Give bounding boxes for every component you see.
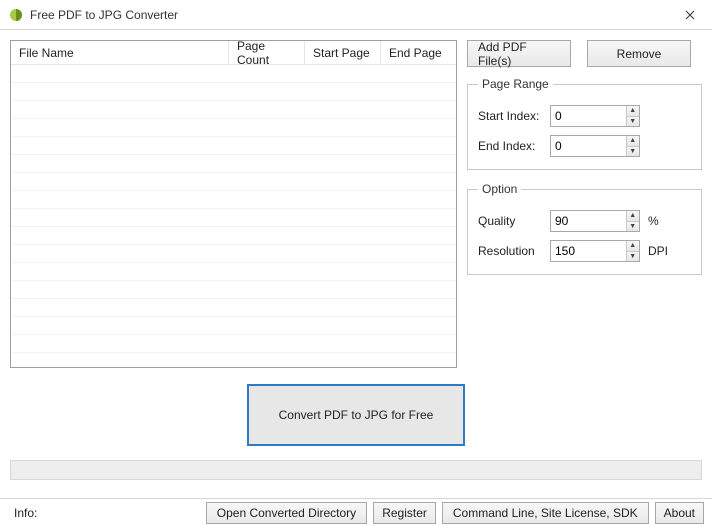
quality-spinner[interactable]: ▲ ▼	[550, 210, 640, 232]
col-page-count[interactable]: Page Count	[229, 41, 305, 64]
table-row	[11, 191, 456, 209]
table-row	[11, 227, 456, 245]
resolution-label: Resolution	[478, 244, 550, 258]
cmdline-button[interactable]: Command Line, Site License, SDK	[442, 502, 649, 524]
table-row	[11, 209, 456, 227]
file-table[interactable]: File Name Page Count Start Page End Page	[10, 40, 457, 368]
close-button[interactable]	[667, 0, 712, 30]
page-range-group: Page Range Start Index: ▲ ▼ End Index: ▲	[467, 77, 702, 170]
info-label: Info:	[8, 506, 37, 520]
titlebar: Free PDF to JPG Converter	[0, 0, 712, 30]
table-row	[11, 317, 456, 335]
table-row	[11, 65, 456, 83]
spin-up-icon[interactable]: ▲	[627, 136, 639, 147]
spin-down-icon[interactable]: ▼	[627, 117, 639, 127]
end-index-label: End Index:	[478, 139, 550, 153]
end-index-input[interactable]	[551, 136, 626, 156]
table-row	[11, 245, 456, 263]
add-pdf-button[interactable]: Add PDF File(s)	[467, 40, 571, 67]
spin-down-icon[interactable]: ▼	[627, 252, 639, 262]
table-row	[11, 173, 456, 191]
table-body	[11, 65, 456, 353]
resolution-input[interactable]	[551, 241, 626, 261]
spin-down-icon[interactable]: ▼	[627, 147, 639, 157]
table-row	[11, 335, 456, 353]
footer: Info: Open Converted Directory Register …	[0, 498, 712, 526]
status-bar	[10, 460, 702, 480]
quality-input[interactable]	[551, 211, 626, 231]
quality-unit: %	[648, 214, 659, 228]
spin-down-icon[interactable]: ▼	[627, 222, 639, 232]
start-index-label: Start Index:	[478, 109, 550, 123]
close-icon	[685, 10, 695, 20]
app-icon	[8, 7, 24, 23]
quality-label: Quality	[478, 214, 550, 228]
remove-button[interactable]: Remove	[587, 40, 691, 67]
table-row	[11, 281, 456, 299]
table-row	[11, 299, 456, 317]
spin-up-icon[interactable]: ▲	[627, 241, 639, 252]
start-index-input[interactable]	[551, 106, 626, 126]
register-button[interactable]: Register	[373, 502, 436, 524]
resolution-spinner[interactable]: ▲ ▼	[550, 240, 640, 262]
window-title: Free PDF to JPG Converter	[30, 8, 178, 22]
table-row	[11, 83, 456, 101]
col-start-page[interactable]: Start Page	[305, 41, 381, 64]
convert-button[interactable]: Convert PDF to JPG for Free	[247, 384, 465, 446]
spin-up-icon[interactable]: ▲	[627, 106, 639, 117]
table-row	[11, 137, 456, 155]
option-group: Option Quality ▲ ▼ % Resolution ▲	[467, 182, 702, 275]
resolution-unit: DPI	[648, 244, 668, 258]
col-end-page[interactable]: End Page	[381, 41, 456, 64]
table-row	[11, 101, 456, 119]
about-button[interactable]: About	[655, 502, 704, 524]
page-range-legend: Page Range	[478, 77, 553, 91]
end-index-spinner[interactable]: ▲ ▼	[550, 135, 640, 157]
option-legend: Option	[478, 182, 521, 196]
table-header: File Name Page Count Start Page End Page	[11, 41, 456, 65]
table-row	[11, 119, 456, 137]
start-index-spinner[interactable]: ▲ ▼	[550, 105, 640, 127]
table-row	[11, 263, 456, 281]
spin-up-icon[interactable]: ▲	[627, 211, 639, 222]
open-directory-button[interactable]: Open Converted Directory	[206, 502, 367, 524]
col-file-name[interactable]: File Name	[11, 41, 229, 64]
table-row	[11, 155, 456, 173]
